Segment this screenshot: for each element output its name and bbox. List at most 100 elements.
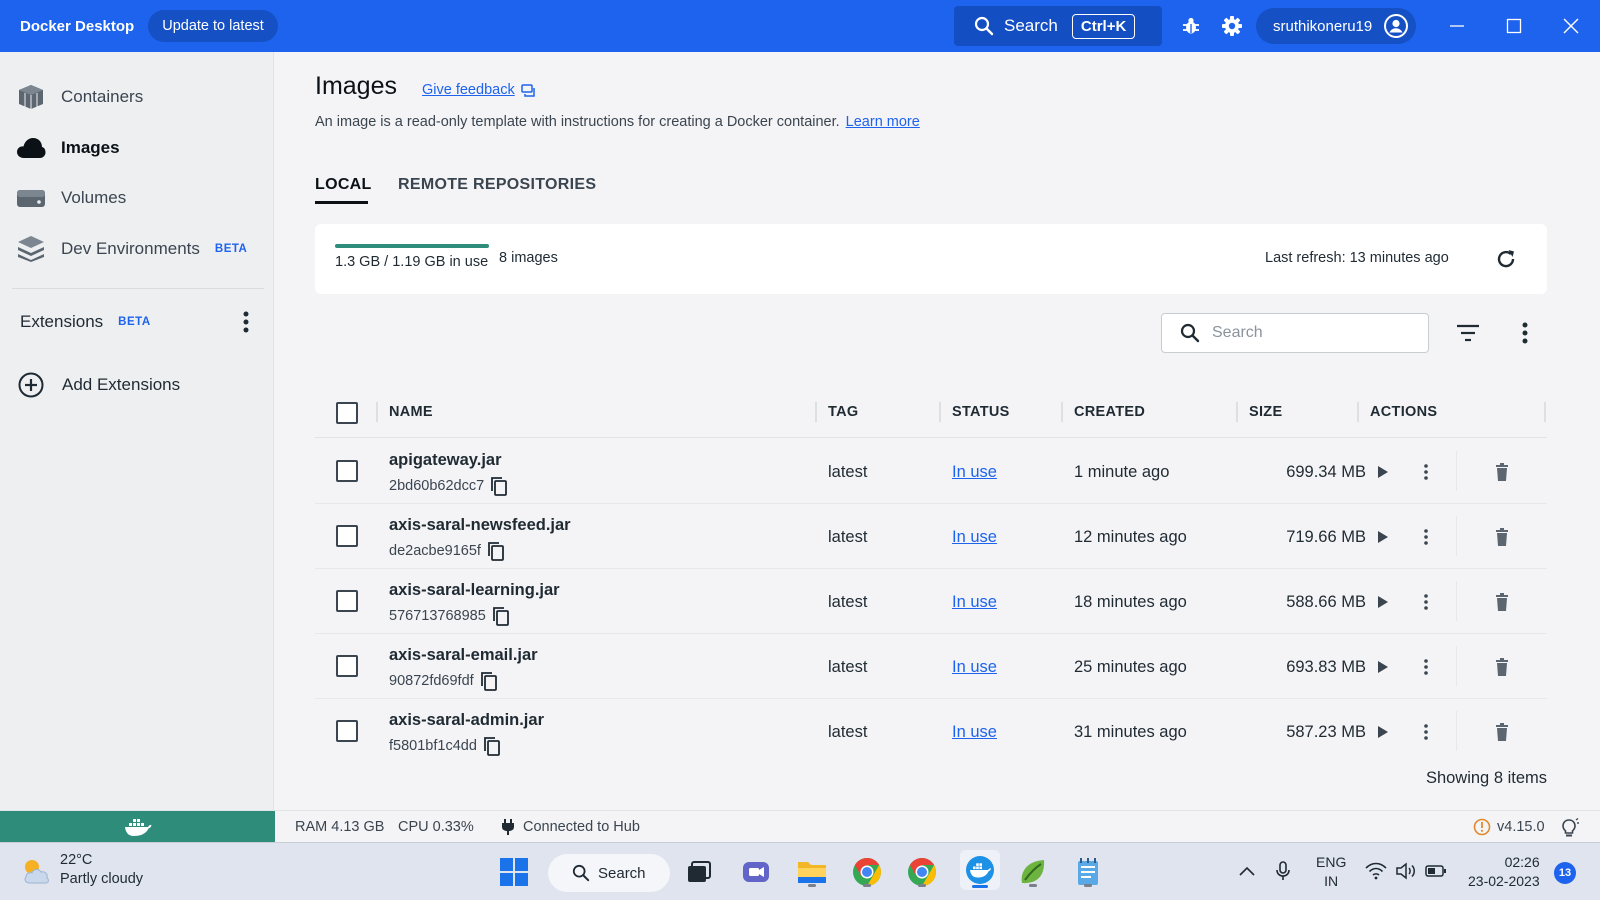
row-checkbox[interactable] [336, 720, 358, 742]
table-more-icon[interactable] [1515, 320, 1535, 346]
image-status-link[interactable]: In use [952, 658, 997, 677]
input-language-indicator[interactable]: ENG IN [1316, 853, 1346, 891]
cpu-usage: CPU 0.33% [398, 819, 474, 835]
table-row[interactable]: axis-saral-email.jar 90872fd69fdf latest… [315, 634, 1547, 699]
delete-trash-icon[interactable] [1492, 591, 1512, 613]
file-explorer-icon[interactable] [795, 855, 829, 889]
extensions-more-icon[interactable] [236, 310, 256, 334]
row-more-icon[interactable] [1416, 656, 1436, 678]
row-checkbox[interactable] [336, 525, 358, 547]
battery-icon[interactable] [1425, 860, 1447, 882]
column-header-size[interactable]: SIZE [1249, 404, 1282, 420]
image-size: 693.83 MB [1286, 658, 1366, 676]
row-more-icon[interactable] [1416, 721, 1436, 743]
search-shortcut: Ctrl+K [1071, 13, 1136, 39]
wifi-icon[interactable] [1365, 860, 1387, 882]
temperature: 22°C [60, 852, 93, 868]
delete-trash-icon[interactable] [1492, 461, 1512, 483]
images-search-input[interactable] [1212, 324, 1412, 342]
taskbar-search-button[interactable]: Search [548, 854, 670, 892]
settings-gear-icon[interactable] [1221, 15, 1243, 37]
row-checkbox[interactable] [336, 590, 358, 612]
windows-start-icon[interactable] [497, 855, 531, 889]
global-search-button[interactable]: Search Ctrl+K [954, 6, 1162, 46]
notepad-icon[interactable] [1071, 855, 1105, 889]
sidebar-item-images[interactable]: Images [0, 126, 274, 170]
row-checkbox[interactable] [336, 655, 358, 677]
image-status-link[interactable]: In use [952, 593, 997, 612]
copy-icon[interactable] [490, 476, 508, 496]
extensions-label: Extensions [20, 312, 104, 331]
update-button[interactable]: Update to latest [148, 10, 278, 42]
add-extensions-button[interactable]: Add Extensions [18, 370, 180, 400]
refresh-icon[interactable] [1493, 246, 1519, 272]
table-row[interactable]: axis-saral-admin.jar f5801bf1c4dd latest… [315, 699, 1547, 764]
learn-more-link[interactable]: Learn more [846, 114, 920, 130]
delete-trash-icon[interactable] [1492, 721, 1512, 743]
image-status-link[interactable]: In use [952, 528, 997, 547]
run-play-icon[interactable] [1373, 461, 1393, 483]
image-id: de2acbe9165f [389, 543, 481, 559]
minimize-icon[interactable] [1445, 14, 1469, 38]
sidebar-item-volumes[interactable]: Volumes [0, 176, 274, 220]
system-clock[interactable]: 02:26 23-02-2023 [1468, 853, 1540, 891]
microphone-icon[interactable] [1272, 860, 1294, 882]
column-header-status[interactable]: STATUS [952, 404, 1010, 420]
column-header-tag[interactable]: TAG [828, 404, 858, 420]
image-created: 1 minute ago [1074, 463, 1170, 481]
run-play-icon[interactable] [1373, 656, 1393, 678]
column-divider [376, 402, 378, 422]
extensions-header: Extensions BETA [20, 302, 256, 342]
spring-tool-suite-icon[interactable] [1016, 855, 1050, 889]
username: sruthikoneru19 [1273, 17, 1373, 35]
troubleshoot-bug-icon[interactable] [1180, 15, 1202, 37]
row-more-icon[interactable] [1416, 461, 1436, 483]
close-icon[interactable] [1559, 14, 1583, 38]
row-more-icon[interactable] [1416, 591, 1436, 613]
row-more-icon[interactable] [1416, 526, 1436, 548]
copy-icon[interactable] [480, 671, 498, 691]
notification-count-badge[interactable]: 13 [1554, 862, 1576, 884]
chrome-profile-icon[interactable] [905, 855, 939, 889]
copy-icon[interactable] [487, 541, 505, 561]
table-row[interactable]: apigateway.jar 2bd60b62dcc7 latest In us… [315, 439, 1547, 504]
delete-trash-icon[interactable] [1492, 526, 1512, 548]
image-id: 576713768985 [389, 608, 486, 624]
select-all-checkbox[interactable] [336, 402, 358, 424]
teams-chat-icon[interactable] [739, 855, 773, 889]
give-feedback-link[interactable]: Give feedback [422, 82, 535, 98]
run-play-icon[interactable] [1373, 721, 1393, 743]
copy-icon[interactable] [492, 606, 510, 626]
volume-speaker-icon[interactable] [1395, 860, 1417, 882]
weather-widget[interactable]: 22°C Partly cloudy [20, 851, 143, 889]
sidebar-item-containers[interactable]: Containers [0, 75, 274, 119]
version-info[interactable]: v4.15.0 [1473, 818, 1545, 836]
chrome-icon[interactable] [850, 855, 884, 889]
tips-lightbulb-icon[interactable] [1558, 817, 1580, 839]
table-row[interactable]: axis-saral-newsfeed.jar de2acbe9165f lat… [315, 504, 1547, 569]
image-id-group: 2bd60b62dcc7 [389, 476, 508, 496]
docker-desktop-taskbar-icon[interactable] [960, 850, 1000, 890]
image-status-link[interactable]: In use [952, 723, 997, 742]
table-row[interactable]: axis-saral-learning.jar 576713768985 lat… [315, 569, 1547, 634]
tab-remote-repositories[interactable]: REMOTE REPOSITORIES [398, 176, 596, 194]
show-hidden-icons-chevron-up-icon[interactable] [1236, 860, 1258, 882]
maximize-icon[interactable] [1502, 14, 1526, 38]
column-header-actions: ACTIONS [1370, 404, 1438, 420]
region-code: IN [1324, 873, 1339, 889]
sidebar-item-dev-environments[interactable]: Dev Environments BETA [0, 227, 274, 271]
delete-trash-icon[interactable] [1492, 656, 1512, 678]
user-account-button[interactable]: sruthikoneru19 [1256, 8, 1416, 44]
run-play-icon[interactable] [1373, 526, 1393, 548]
column-header-name[interactable]: NAME [389, 404, 433, 420]
tab-local[interactable]: LOCAL [315, 176, 372, 194]
images-search-field[interactable] [1161, 313, 1429, 353]
engine-status-indicator[interactable] [0, 811, 275, 843]
run-play-icon[interactable] [1373, 591, 1393, 613]
task-view-icon[interactable] [682, 855, 716, 889]
copy-icon[interactable] [483, 736, 501, 756]
filter-icon[interactable] [1455, 322, 1481, 344]
column-header-created[interactable]: CREATED [1074, 404, 1145, 420]
row-checkbox[interactable] [336, 460, 358, 482]
image-status-link[interactable]: In use [952, 463, 997, 482]
